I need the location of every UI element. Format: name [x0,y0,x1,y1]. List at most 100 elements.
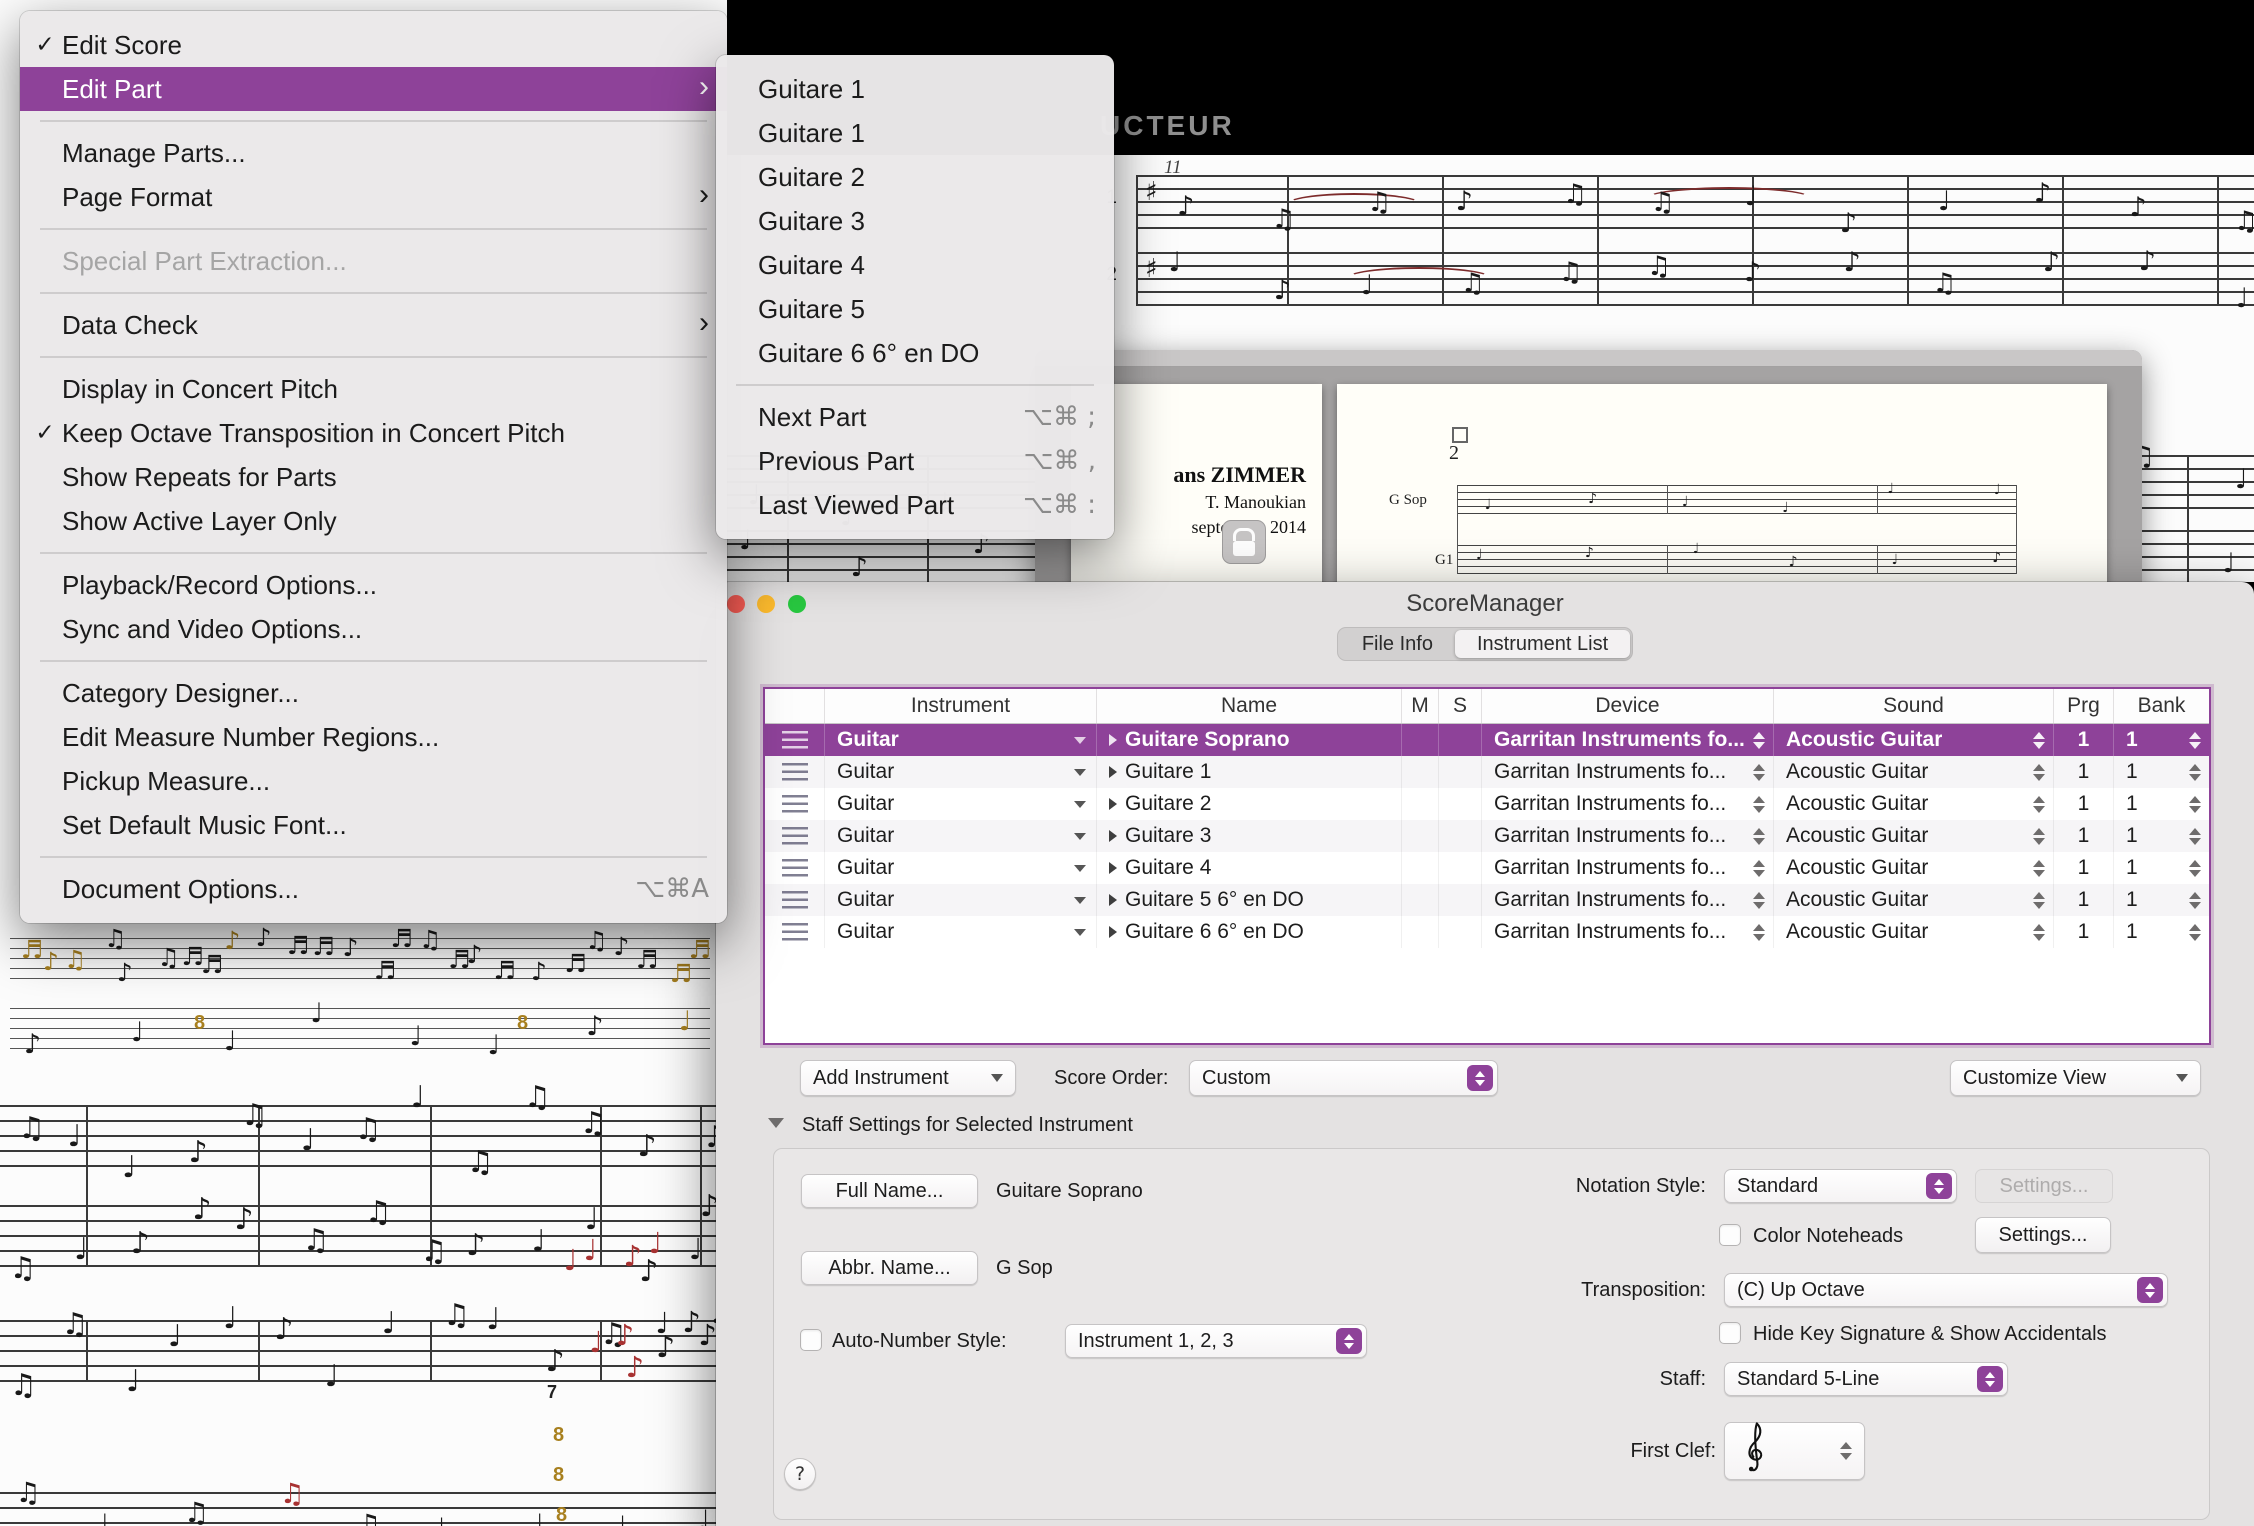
menu-item-previous-part[interactable]: Previous Part⌥⌘ , [716,439,1114,483]
stepper-icon[interactable] [2189,828,2201,845]
instrument-row[interactable]: GuitarGuitare 1 Garritan Instruments fo..… [765,756,2209,788]
chevron-down-icon[interactable] [1074,801,1086,808]
stepper-icon[interactable] [2189,732,2201,749]
stepper-icon[interactable] [2033,796,2045,813]
menu-item-playback-record-options[interactable]: Playback/Record Options... [20,563,727,607]
stepper-icon[interactable] [2033,828,2045,845]
color-settings-button[interactable]: Settings... [1975,1217,2111,1253]
chevron-down-icon[interactable] [1074,769,1086,776]
solo-cell[interactable] [1439,884,1482,916]
instrument-cell[interactable]: Guitar [825,724,1097,756]
mute-cell[interactable] [1402,724,1439,756]
bank-cell[interactable]: 1 [2114,724,2209,756]
column-header-name[interactable]: Name [1097,689,1402,723]
mute-cell[interactable] [1402,852,1439,884]
menu-item-guitare-4[interactable]: Guitare 4 [716,243,1114,287]
menu-item-document-options[interactable]: Document Options...⌥⌘A [20,867,727,911]
list-icon[interactable] [782,731,808,749]
sound-cell[interactable]: Acoustic Guitar [1774,788,2054,820]
menu-item-display-in-concert-pitch[interactable]: Display in Concert Pitch [20,367,727,411]
list-icon[interactable] [782,795,808,813]
instrument-row[interactable]: GuitarGuitare SopranoGarritan Instrument… [765,724,2209,756]
column-header-bank[interactable]: Bank [2114,689,2209,723]
chevron-down-icon[interactable] [1074,737,1086,744]
menu-item-page-format[interactable]: Page Format› [20,175,727,219]
solo-cell[interactable] [1439,820,1482,852]
disclosure-triangle-icon[interactable] [1109,926,1117,938]
menu-item-sync-and-video-options[interactable]: Sync and Video Options... [20,607,727,651]
score-preview-window[interactable]: ans ZIMMER T. Manoukian septembre 2014 2… [1035,350,2142,610]
solo-cell[interactable] [1439,724,1482,756]
abbr-name-button[interactable]: Abbr. Name... [801,1251,978,1285]
menu-item-last-viewed-part[interactable]: Last Viewed Part⌥⌘ : [716,483,1114,527]
score-order-popup[interactable]: Custom [1189,1060,1498,1096]
tab-file-info[interactable]: File Info [1340,630,1455,658]
preview-window-titlebar[interactable] [1035,350,2142,367]
menu-item-guitare-1[interactable]: Guitare 1 [716,111,1114,155]
stepper-icon[interactable] [1753,828,1765,845]
menu-item-guitare-2[interactable]: Guitare 2 [716,155,1114,199]
full-name-button[interactable]: Full Name... [801,1174,978,1208]
instrument-cell[interactable]: Guitar [825,788,1097,820]
solo-cell[interactable] [1439,788,1482,820]
menu-item-manage-parts[interactable]: Manage Parts... [20,131,727,175]
chevron-down-icon[interactable] [1074,865,1086,872]
instrument-row[interactable]: GuitarGuitare 6 6° en DOGarritan Instrum… [765,916,2209,948]
list-icon[interactable] [782,827,808,845]
menu-item-guitare-6-6-en-do[interactable]: Guitare 6 6° en DO [716,331,1114,375]
first-clef-popup[interactable] [1724,1422,1865,1480]
instrument-row[interactable]: GuitarGuitare 3 Garritan Instruments fo..… [765,820,2209,852]
column-header-prg[interactable]: Prg [2054,689,2114,723]
menu-item-keep-octave-transposition-in-concert-pitch[interactable]: ✓Keep Octave Transposition in Concert Pi… [20,411,727,455]
mute-cell[interactable] [1402,820,1439,852]
chevron-down-icon[interactable] [1074,833,1086,840]
bank-cell[interactable]: 1 [2114,916,2209,948]
customize-view-dropdown[interactable]: Customize View [1950,1060,2201,1096]
column-header-device[interactable]: Device [1482,689,1774,723]
stepper-icon[interactable] [1753,892,1765,909]
stepper-icon[interactable] [2033,764,2045,781]
device-cell[interactable]: Garritan Instruments fo... [1482,884,1774,916]
menu-item-show-repeats-for-parts[interactable]: Show Repeats for Parts [20,455,727,499]
solo-cell[interactable] [1439,852,1482,884]
instrument-cell[interactable]: Guitar [825,756,1097,788]
sound-cell[interactable]: Acoustic Guitar [1774,724,2054,756]
menu-item-guitare-1[interactable]: Guitare 1 [716,67,1114,111]
device-cell[interactable]: Garritan Instruments fo... [1482,820,1774,852]
stepper-icon[interactable] [2033,860,2045,877]
solo-cell[interactable] [1439,756,1482,788]
menu-item-show-active-layer-only[interactable]: Show Active Layer Only [20,499,727,543]
instrument-cell[interactable]: Guitar [825,916,1097,948]
sound-cell[interactable]: Acoustic Guitar [1774,916,2054,948]
menu-item-pickup-measure[interactable]: Pickup Measure... [20,759,727,803]
auto-number-style-popup[interactable]: Instrument 1, 2, 3 [1065,1324,1367,1358]
stepper-icon[interactable] [2033,892,2045,909]
instrument-cell[interactable]: Guitar [825,820,1097,852]
name-cell[interactable]: Guitare 5 6° en DO [1097,884,1402,916]
column-header-m[interactable]: M [1402,689,1439,723]
stepper-icon[interactable] [2189,764,2201,781]
menu-item-edit-score[interactable]: ✓Edit Score [20,23,727,67]
name-cell[interactable]: Guitare 1 [1097,756,1402,788]
device-cell[interactable]: Garritan Instruments fo... [1482,756,1774,788]
device-cell[interactable]: Garritan Instruments fo... [1482,852,1774,884]
instrument-row[interactable]: GuitarGuitare 2Garritan Instruments fo..… [765,788,2209,820]
stepper-icon[interactable] [1753,796,1765,813]
stepper-icon[interactable] [1753,732,1765,749]
sound-cell[interactable]: Acoustic Guitar [1774,820,2054,852]
menu-item-guitare-3[interactable]: Guitare 3 [716,199,1114,243]
name-cell[interactable]: Guitare 3 [1097,820,1402,852]
menu-item-edit-part[interactable]: Edit Part› [20,67,727,111]
mute-cell[interactable] [1402,756,1439,788]
stepper-icon[interactable] [2033,924,2045,941]
color-noteheads-checkbox[interactable] [1719,1224,1741,1246]
sound-cell[interactable]: Acoustic Guitar [1774,756,2054,788]
menu-item-edit-measure-number-regions[interactable]: Edit Measure Number Regions... [20,715,727,759]
add-instrument-dropdown[interactable]: Add Instrument [800,1060,1016,1096]
chevron-down-icon[interactable] [1074,929,1086,936]
menu-item-guitare-5[interactable]: Guitare 5 [716,287,1114,331]
name-cell[interactable]: Guitare 4 [1097,852,1402,884]
menu-item-category-designer[interactable]: Category Designer... [20,671,727,715]
bank-cell[interactable]: 1 [2114,788,2209,820]
list-icon[interactable] [782,891,808,909]
